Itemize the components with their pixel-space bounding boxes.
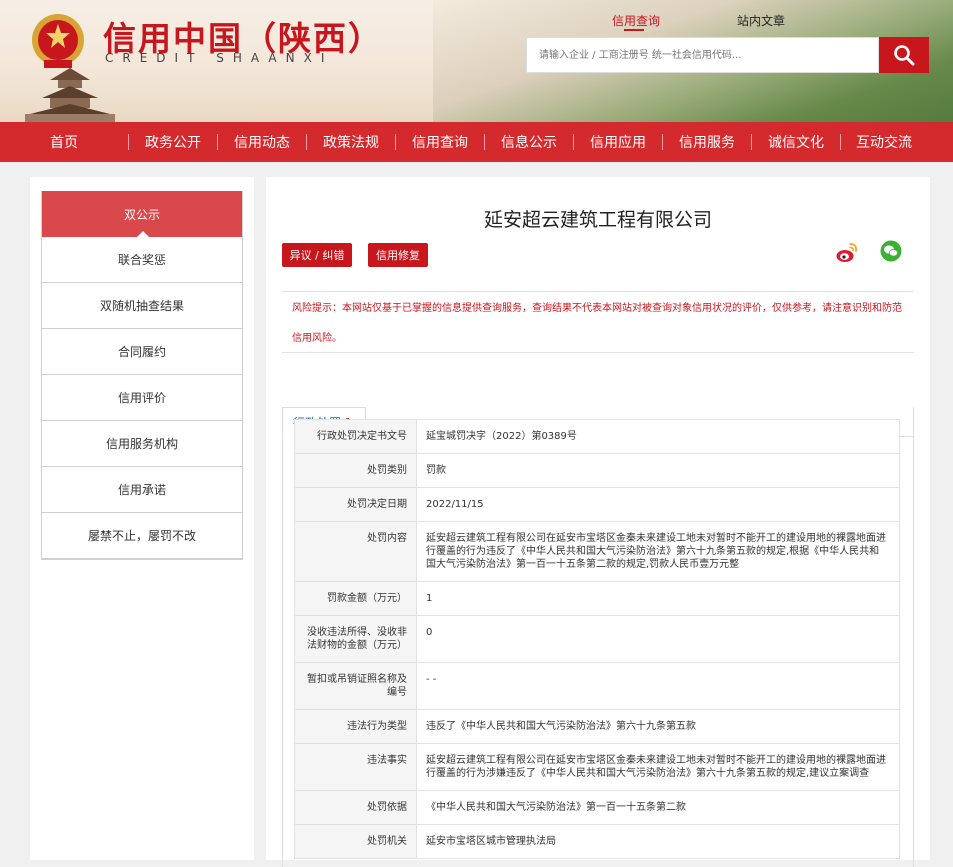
sidebar-item-double-publicity[interactable]: 双公示: [42, 191, 242, 237]
main-content: 延安超云建筑工程有限公司 异议 / 纠错 信用修复 风险提示：本网站仅基于已掌握…: [266, 177, 930, 867]
row-value: 延安超云建筑工程有限公司在延安市宝塔区金秦未来建设工地未对暂时不能开工的建设用地…: [416, 743, 900, 791]
table-row: 处罚内容 延安超云建筑工程有限公司在延安市宝塔区金秦未来建设工地未对暂时不能开工…: [294, 521, 900, 582]
row-value: - -: [416, 662, 900, 710]
nav-info-public[interactable]: 信息公示: [485, 132, 573, 152]
company-title: 延安超云建筑工程有限公司: [483, 209, 712, 231]
objection-button[interactable]: 异议 / 纠错: [282, 243, 352, 267]
site-header: 信用中国（陕西） CREDIT SHAANXI 信用查询 站内文章: [0, 0, 953, 122]
row-key: 处罚依据: [294, 790, 417, 825]
pagoda-icon: [25, 68, 115, 122]
row-key: 暂扣或吊销证照名称及编号: [294, 662, 417, 710]
row-key: 处罚机关: [294, 824, 417, 859]
row-key: 没收违法所得、没收非法财物的金额（万元）: [294, 615, 417, 663]
risk-notice: 风险提示：本网站仅基于已掌握的信息提供查询服务，查询结果不代表本网站对被查询对象…: [282, 291, 914, 353]
search-input[interactable]: [527, 38, 878, 72]
national-emblem-icon: [32, 14, 84, 68]
sidebar-item-random-inspection[interactable]: 双随机抽查结果: [42, 283, 242, 329]
row-value: 罚款: [416, 453, 900, 488]
search-button[interactable]: [879, 37, 929, 73]
row-value: 1: [416, 581, 900, 616]
table-row: 处罚机关 延安市宝塔区城市管理执法局: [294, 824, 900, 859]
penalty-info-table: 行政处罚决定书文号 延宝城罚决字（2022）第0389号 处罚类别 罚款 处罚决…: [294, 419, 900, 859]
table-row: 违法事实 延安超云建筑工程有限公司在延安市宝塔区金秦未来建设工地未对暂时不能开工…: [294, 743, 900, 791]
site-logo-subtitle: CREDIT SHAANXI: [105, 51, 334, 65]
sidebar-item-contract[interactable]: 合同履约: [42, 329, 242, 375]
search-tab-indicator: [624, 29, 644, 31]
row-key: 行政处罚决定书文号: [294, 419, 417, 454]
sidebar-item-service-agency[interactable]: 信用服务机构: [42, 421, 242, 467]
row-value: 《中华人民共和国大气污染防治法》第一百一十五条第二款: [416, 790, 900, 825]
wechat-icon[interactable]: [880, 240, 902, 262]
sidebar: 双公示 联合奖惩 双随机抽查结果 合同履约 信用评价 信用服务机构 信用承诺 屡…: [30, 177, 254, 860]
sidebar-menu: 双公示 联合奖惩 双随机抽查结果 合同履约 信用评价 信用服务机构 信用承诺 屡…: [41, 191, 243, 560]
row-value: 延宝城罚决字（2022）第0389号: [416, 419, 900, 454]
search-tab-credit[interactable]: 信用查询: [612, 12, 660, 29]
table-row: 行政处罚决定书文号 延宝城罚决字（2022）第0389号: [294, 419, 900, 454]
table-row: 违法行为类型 违反了《中华人民共和国大气污染防治法》第六十九条第五款: [294, 709, 900, 744]
main-nav: 首页 政务公开 信用动态 政策法规 信用查询 信息公示 信用应用 信用服务 诚信…: [0, 122, 953, 162]
sidebar-item-credit-rating[interactable]: 信用评价: [42, 375, 242, 421]
search-field[interactable]: [526, 37, 879, 73]
row-value: 违反了《中华人民共和国大气污染防治法》第六十九条第五款: [416, 709, 900, 744]
nav-policy[interactable]: 政策法规: [307, 132, 395, 152]
credit-repair-button[interactable]: 信用修复: [368, 243, 428, 267]
row-key: 违法行为类型: [294, 709, 417, 744]
row-key: 处罚决定日期: [294, 487, 417, 522]
sidebar-item-joint-reward[interactable]: 联合奖惩: [42, 237, 242, 283]
row-value: 2022/11/15: [416, 487, 900, 522]
weibo-icon[interactable]: [835, 241, 859, 265]
nav-credit-service[interactable]: 信用服务: [663, 132, 751, 152]
row-key: 罚款金额（万元）: [294, 581, 417, 616]
row-value: 0: [416, 615, 900, 663]
nav-credit-news[interactable]: 信用动态: [218, 132, 306, 152]
row-key: 处罚类别: [294, 453, 417, 488]
table-row: 罚款金额（万元） 1: [294, 581, 900, 616]
sidebar-item-credit-promise[interactable]: 信用承诺: [42, 467, 242, 513]
table-row: 处罚类别 罚款: [294, 453, 900, 488]
nav-integrity-culture[interactable]: 诚信文化: [752, 132, 840, 152]
nav-home[interactable]: 首页: [0, 132, 128, 152]
row-key: 违法事实: [294, 743, 417, 791]
row-value: 延安市宝塔区城市管理执法局: [416, 824, 900, 859]
row-value: 延安超云建筑工程有限公司在延安市宝塔区金秦未来建设工地未对暂时不能开工的建设用地…: [416, 521, 900, 582]
table-row: 暂扣或吊销证照名称及编号 - -: [294, 662, 900, 710]
search-tab-articles[interactable]: 站内文章: [737, 12, 785, 29]
nav-credit-query[interactable]: 信用查询: [396, 132, 484, 152]
row-key: 处罚内容: [294, 521, 417, 582]
table-row: 处罚决定日期 2022/11/15: [294, 487, 900, 522]
nav-credit-application[interactable]: 信用应用: [574, 132, 662, 152]
search-icon: [894, 45, 915, 66]
nav-interaction[interactable]: 互动交流: [841, 132, 927, 152]
nav-government[interactable]: 政务公开: [129, 132, 217, 152]
table-row: 处罚依据 《中华人民共和国大气污染防治法》第一百一十五条第二款: [294, 790, 900, 825]
table-row: 没收违法所得、没收非法财物的金额（万元） 0: [294, 615, 900, 663]
sidebar-item-repeat-offense[interactable]: 屡禁不止，屡罚不改: [42, 513, 242, 559]
